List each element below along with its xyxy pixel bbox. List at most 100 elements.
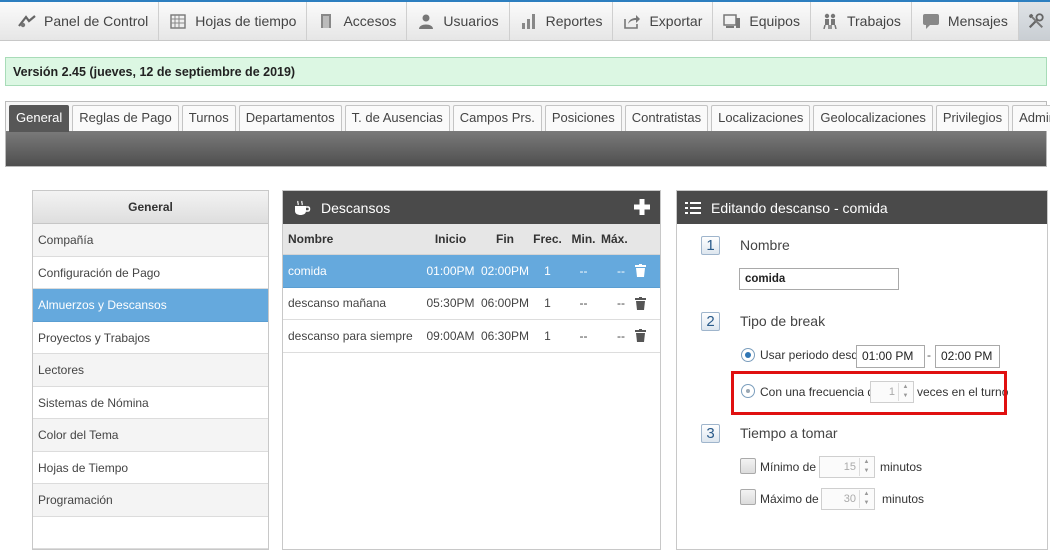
step-number-1: 1 [701, 236, 720, 255]
minimum-unit: minutos [880, 460, 923, 474]
minimum-value: 15 [843, 461, 856, 473]
tab-general[interactable]: General [9, 105, 70, 132]
col-nombre[interactable]: Nombre [283, 232, 420, 246]
nav-equipos[interactable]: Equipos [713, 2, 811, 40]
tab-departamentos[interactable]: Departamentos [238, 105, 342, 131]
break-name-input[interactable]: comida [739, 268, 899, 290]
nav-mensajes[interactable]: Mensajes [912, 2, 1019, 40]
break-start: 09:00AM [426, 328, 475, 343]
breaks-title: Descansos [321, 199, 391, 216]
col-maximo[interactable]: Máx. [601, 232, 628, 246]
add-break-icon[interactable] [632, 197, 652, 217]
break-end: 02:00PM [481, 263, 530, 278]
break-name: descanso mañana [288, 296, 387, 311]
breaks-table-header: Nombre Inicio Fin Frec. Min. Máx. [283, 224, 660, 255]
tab-reglas-de-pago[interactable]: Reglas de Pago [72, 105, 179, 131]
trash-icon[interactable] [625, 264, 655, 278]
period-from-input[interactable]: 01:00 PM [856, 345, 925, 368]
stepper-up-icon[interactable]: ▲ [860, 458, 873, 467]
table-row[interactable]: descanso para siempre 09:00AM 06:30PM 1 … [283, 320, 660, 353]
door-icon [317, 13, 335, 29]
stepper-down-icon[interactable]: ▼ [860, 499, 873, 508]
nav-label: Usuarios [443, 13, 499, 29]
tab-privilegios[interactable]: Privilegios [935, 105, 1010, 131]
col-fin[interactable]: Fin [481, 232, 529, 246]
break-min: -- [579, 296, 588, 311]
nav-reportes[interactable]: Reportes [510, 2, 614, 40]
nav-herramientas[interactable] [1018, 2, 1050, 40]
nav-usuarios[interactable]: Usuarios [407, 2, 510, 40]
editor-header: Editando descanso - comida [677, 191, 1047, 224]
nav-hojas-de-tiempo[interactable]: Hojas de tiempo [159, 2, 308, 40]
menu-item-next[interactable] [33, 517, 268, 549]
trash-icon[interactable] [625, 329, 655, 343]
breaks-panel-header: Descansos [283, 191, 660, 224]
nav-label: Panel de Control [44, 13, 149, 29]
menu-item-color-tema[interactable]: Color del Tema [33, 419, 268, 452]
tab-turnos[interactable]: Turnos [181, 105, 236, 131]
break-max: -- [617, 296, 625, 311]
top-navigation: Panel de Control Hojas de tiempo Accesos… [0, 0, 1050, 41]
col-frecuencia[interactable]: Frec. [529, 232, 566, 246]
tab-ausencias[interactable]: T. de Ausencias [344, 105, 450, 131]
maximum-unit: minutos [882, 492, 925, 506]
tab-campos-prs[interactable]: Campos Prs. [452, 105, 542, 131]
break-min: -- [579, 263, 588, 278]
tab-posiciones[interactable]: Posiciones [544, 105, 622, 131]
settings-tab-strip: General Reglas de Pago Turnos Departamen… [5, 101, 1050, 167]
nav-trabajos[interactable]: Trabajos [811, 2, 912, 40]
minimum-stepper[interactable]: 15 ▲ ▼ [819, 456, 875, 478]
nav-accesos[interactable]: Accesos [307, 2, 408, 40]
step-number-2: 2 [701, 312, 720, 331]
table-row[interactable]: comida 01:00PM 02:00PM 1 -- -- [283, 255, 660, 288]
menu-item-lectores[interactable]: Lectores [33, 354, 268, 387]
period-to-input[interactable]: 02:00 PM [935, 345, 1000, 368]
col-minimo[interactable]: Min. [566, 232, 601, 246]
coffee-cup-icon [293, 200, 311, 216]
menu-item-sistemas-nomina[interactable]: Sistemas de Nómina [33, 387, 268, 419]
tab-contratistas[interactable]: Contratistas [624, 105, 709, 131]
menu-item-almuerzos-descansos[interactable]: Almuerzos y Descansos [33, 289, 268, 322]
tools-icon [1027, 13, 1045, 29]
minimum-checkbox[interactable] [740, 458, 756, 474]
step-number-3: 3 [701, 424, 720, 443]
menu-item-programacion[interactable]: Programación [33, 484, 268, 517]
use-period-radio[interactable] [741, 348, 755, 362]
user-icon [417, 13, 435, 29]
trash-icon[interactable] [625, 296, 655, 310]
nav-label: Exportar [649, 13, 703, 29]
highlight-box [731, 371, 1007, 415]
editor-title: Editando descanso - comida [711, 199, 888, 216]
break-end: 06:30PM [481, 328, 530, 343]
version-banner: Versión 2.45 (jueves, 12 de septiembre d… [5, 57, 1047, 86]
nav-label: Equipos [749, 13, 800, 29]
tab-localizaciones[interactable]: Localizaciones [711, 105, 811, 131]
maximum-checkbox[interactable] [740, 489, 756, 505]
break-min: -- [579, 328, 588, 343]
tab-admins[interactable]: Admins [1012, 105, 1050, 131]
nav-label: Reportes [545, 13, 603, 29]
time-to-take-label: Tiempo a tomar [740, 425, 838, 441]
nav-label: Accesos [343, 13, 397, 29]
break-start: 01:00PM [426, 263, 475, 278]
maximum-stepper[interactable]: 30 ▲ ▼ [821, 488, 875, 510]
panel-title: General [33, 191, 268, 224]
period-separator: - [927, 348, 931, 362]
menu-item-hojas-tiempo[interactable]: Hojas de Tiempo [33, 452, 268, 484]
break-max: -- [617, 263, 625, 278]
col-inicio[interactable]: Inicio [420, 232, 481, 246]
general-settings-menu: General Compañía Configuración de Pago A… [32, 190, 269, 550]
break-max: -- [617, 328, 625, 343]
minimum-label: Mínimo de [760, 460, 817, 474]
nav-panel-de-control[interactable]: Panel de Control [0, 2, 160, 40]
break-type-label: Tipo de break [740, 313, 826, 329]
tab-geolocalizaciones[interactable]: Geolocalizaciones [813, 105, 933, 131]
menu-item-configuracion-pago[interactable]: Configuración de Pago [33, 257, 268, 289]
table-row[interactable]: descanso mañana 05:30PM 06:00PM 1 -- -- [283, 288, 660, 320]
nav-exportar[interactable]: Exportar [613, 2, 714, 40]
menu-item-proyectos-trabajos[interactable]: Proyectos y Trabajos [33, 322, 268, 354]
menu-item-compania[interactable]: Compañía [33, 224, 268, 257]
stepper-down-icon[interactable]: ▼ [860, 467, 873, 476]
stepper-up-icon[interactable]: ▲ [860, 490, 873, 499]
dashboard-icon [18, 13, 36, 29]
